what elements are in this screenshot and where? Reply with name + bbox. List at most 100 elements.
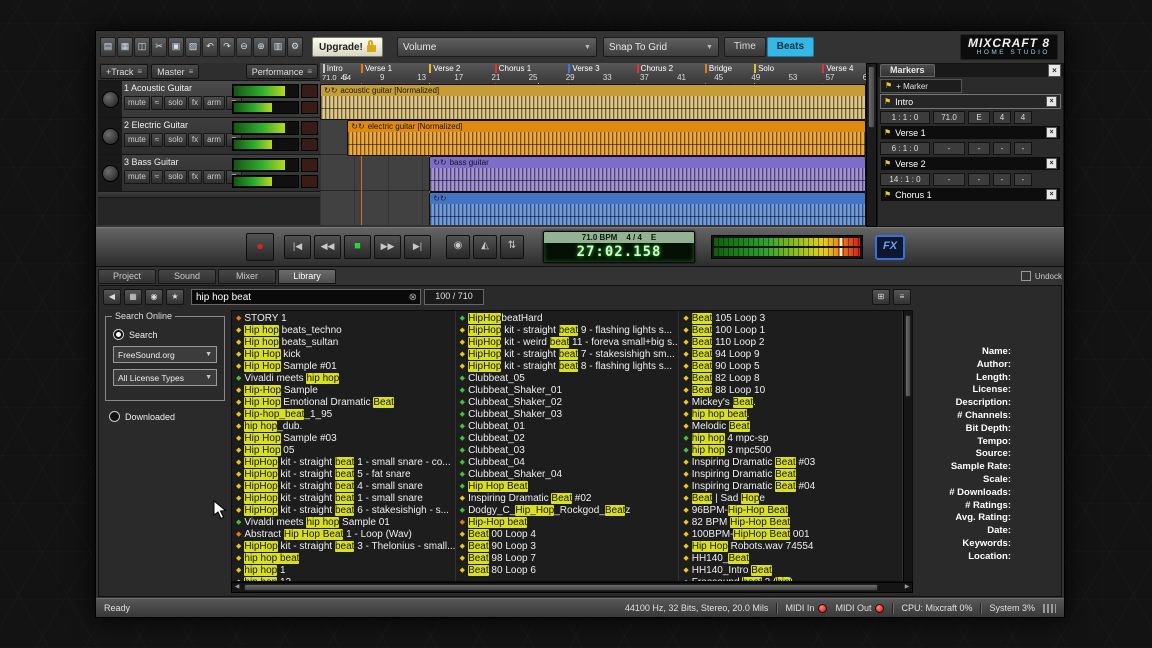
library-item[interactable]: ◆Hip-Hop beat [456, 517, 679, 529]
beats-mode-button[interactable]: Beats [767, 37, 814, 57]
track-pan-slider[interactable] [232, 101, 299, 115]
list-view-icon[interactable]: ≡ [893, 289, 911, 305]
library-item[interactable]: ◆Beat 90 Loop 5 [679, 361, 902, 373]
settings-icon[interactable]: ⚙ [287, 37, 303, 57]
library-item[interactable]: ◆HipHop kit - straight beat 1 - small sn… [232, 457, 455, 469]
ruler-section-label[interactable]: Verse 2 [429, 64, 460, 73]
back-icon[interactable]: ◀ [103, 289, 121, 305]
new-project-icon[interactable]: ▤ [100, 37, 116, 57]
track-arm-button[interactable]: arm [203, 96, 225, 110]
library-item[interactable]: ◆Beat 98 Loop 7 [456, 553, 679, 565]
library-item[interactable]: ◆Hip-Hop Sample [232, 385, 455, 397]
tab-mixer[interactable]: Mixer [218, 269, 276, 284]
library-item[interactable]: ◆hip hop beat. [679, 409, 902, 421]
library-item[interactable]: ◆Beat 90 Loop 3 [456, 541, 679, 553]
library-item[interactable]: ◆Beat 100 Loop 1 [679, 325, 902, 337]
library-item[interactable]: ◆Beat 110 Loop 2 [679, 337, 902, 349]
audio-clip[interactable]: ↻↻ [429, 192, 866, 225]
library-item[interactable]: ◆Inspiring Dramatic Beat #03 [679, 457, 902, 469]
time-mode-button[interactable]: Time [724, 37, 766, 57]
marker-value-field[interactable]: - [968, 173, 990, 186]
scroll-right-arrow[interactable]: ▶ [902, 583, 912, 592]
library-item[interactable]: ◆Beat 105 Loop 3 [679, 313, 902, 325]
marker-delete-button[interactable]: × [1046, 96, 1057, 107]
redo-icon[interactable]: ↷ [219, 37, 235, 57]
marker-value-field[interactable]: 4 [1014, 111, 1032, 124]
track-fx-button[interactable]: fx [188, 170, 202, 184]
library-horizontal-scrollbar[interactable]: ◀ ▶ [231, 582, 913, 593]
library-item[interactable]: ◆hip hop 12 [232, 577, 455, 581]
master-fx-button[interactable]: FX [875, 235, 905, 260]
add-track-button[interactable]: +Track ≡ [100, 64, 148, 79]
library-item[interactable]: ◆Clubbeat_04 [456, 457, 679, 469]
track-fx-button[interactable]: fx [188, 96, 202, 110]
favorites-icon[interactable]: ★ [166, 289, 184, 305]
track-solo-button[interactable]: solo [164, 133, 187, 147]
track-volume-slider[interactable] [232, 84, 299, 98]
audio-clip[interactable]: ↻↻electric guitar [Normalized] [347, 120, 866, 156]
marker-value-field[interactable]: - [1014, 142, 1032, 155]
ruler-section-label[interactable]: Verse 4 [822, 64, 853, 73]
timeline-vertical-scrollbar[interactable] [866, 63, 877, 227]
library-item[interactable]: ◆Clubbeat_Shaker_04 [456, 469, 679, 481]
snapshot-icon[interactable]: ◉ [446, 235, 470, 259]
library-item[interactable]: ◆Hip Hop Robots.wav 74554 [679, 541, 902, 553]
library-item[interactable]: ◆Hip Hop Emotional Dramatic Beat [232, 397, 455, 409]
go-to-start-button[interactable]: |◀ [284, 235, 311, 259]
track-automation-icon[interactable]: ≈ [151, 170, 163, 184]
record-button[interactable]: ● [246, 233, 274, 261]
track-header[interactable]: 3 Bass Guitarmute≈solofxarm▼ [98, 155, 320, 192]
downloaded-radio[interactable]: Downloaded [109, 411, 221, 422]
scrollbar-thumb[interactable] [868, 66, 875, 128]
library-item[interactable]: ◆hip hop 1 [232, 565, 455, 577]
ruler-section-label[interactable]: Verse 3 [568, 64, 599, 73]
tab-library[interactable]: Library [278, 269, 336, 284]
library-item[interactable]: ◆HipHopbeatHard [456, 313, 679, 325]
snap-to-grid-dropdown[interactable]: Snap To Grid ▼ [603, 37, 719, 57]
library-item[interactable]: ◆Melodic Beat [679, 421, 902, 433]
ruler-section-label[interactable]: Intro [323, 64, 343, 73]
undock-control[interactable]: Undock [1021, 271, 1062, 281]
marker-value-field[interactable]: - [933, 173, 965, 186]
library-item[interactable]: ◆HipHop kit - straight beat 4 - small sn… [232, 481, 455, 493]
library-item[interactable]: ◆Hip hop beats_sultan [232, 337, 455, 349]
library-item[interactable]: ◆100BPM-HipHop Beat 001 [679, 529, 902, 541]
scroll-left-arrow[interactable]: ◀ [232, 583, 242, 592]
library-item[interactable]: ◆HH140_Beat [679, 553, 902, 565]
ruler-section-label[interactable]: Verse 1 [361, 64, 392, 73]
cut-icon[interactable]: ✂ [151, 37, 167, 57]
library-item[interactable]: ◆hip hop_dub. [232, 421, 455, 433]
mixer-icon[interactable]: ▥ [270, 37, 286, 57]
track-solo-button[interactable]: solo [164, 170, 187, 184]
library-item[interactable]: ◆Beat 88 Loop 10 [679, 385, 902, 397]
track-automation-icon[interactable]: ≈ [151, 133, 163, 147]
search-input[interactable] [192, 292, 409, 303]
library-item[interactable]: ◆Mickey's Beat. [679, 397, 902, 409]
library-item[interactable]: ◆Clubbeat_Shaker_01 [456, 385, 679, 397]
grid-view-icon[interactable]: ⊞ [872, 289, 890, 305]
library-item[interactable]: ◆Beat 00 Loop 4 [456, 529, 679, 541]
library-item[interactable]: ◆Hip Hop kick [232, 349, 455, 361]
marker-value-field[interactable]: - [1014, 173, 1032, 186]
library-item[interactable]: ◆Inspiring Dramatic Beat [679, 469, 902, 481]
library-item[interactable]: ◆hip hop 3 mpc500 [679, 445, 902, 457]
add-marker-button[interactable]: ⚑ + Marker [880, 79, 962, 93]
audio-clip[interactable]: ↻↻acoustic guitar [Normalized] [320, 84, 866, 120]
ruler-section-label[interactable]: Chorus 2 [637, 64, 673, 73]
track-mute-button[interactable]: mute [124, 133, 150, 147]
library-item[interactable]: ◆HH140_Intro Beat [679, 565, 902, 577]
track-arm-button[interactable]: arm [203, 133, 225, 147]
undo-icon[interactable]: ↶ [202, 37, 218, 57]
marker-value-field[interactable]: - [993, 173, 1011, 186]
sort-tracks-icon[interactable]: ⇅ [500, 235, 524, 259]
library-item[interactable]: ◆Beat 82 Loop 8 [679, 373, 902, 385]
library-item[interactable]: ◆Hip-hop_beat_1_95 [232, 409, 455, 421]
tab-sound[interactable]: Sound [158, 269, 216, 284]
marker-value-field[interactable]: 4 [993, 111, 1011, 124]
library-item[interactable]: ◆Clubbeat_05 [456, 373, 679, 385]
metronome-icon[interactable]: ◭ [473, 235, 497, 259]
track-lanes[interactable]: ↻↻acoustic guitar [Normalized]↻↻electric… [320, 83, 866, 225]
track-pan-slider[interactable] [232, 138, 299, 152]
track-solo-button[interactable]: solo [164, 96, 187, 110]
zoom-in-icon[interactable]: ⊕ [253, 37, 269, 57]
